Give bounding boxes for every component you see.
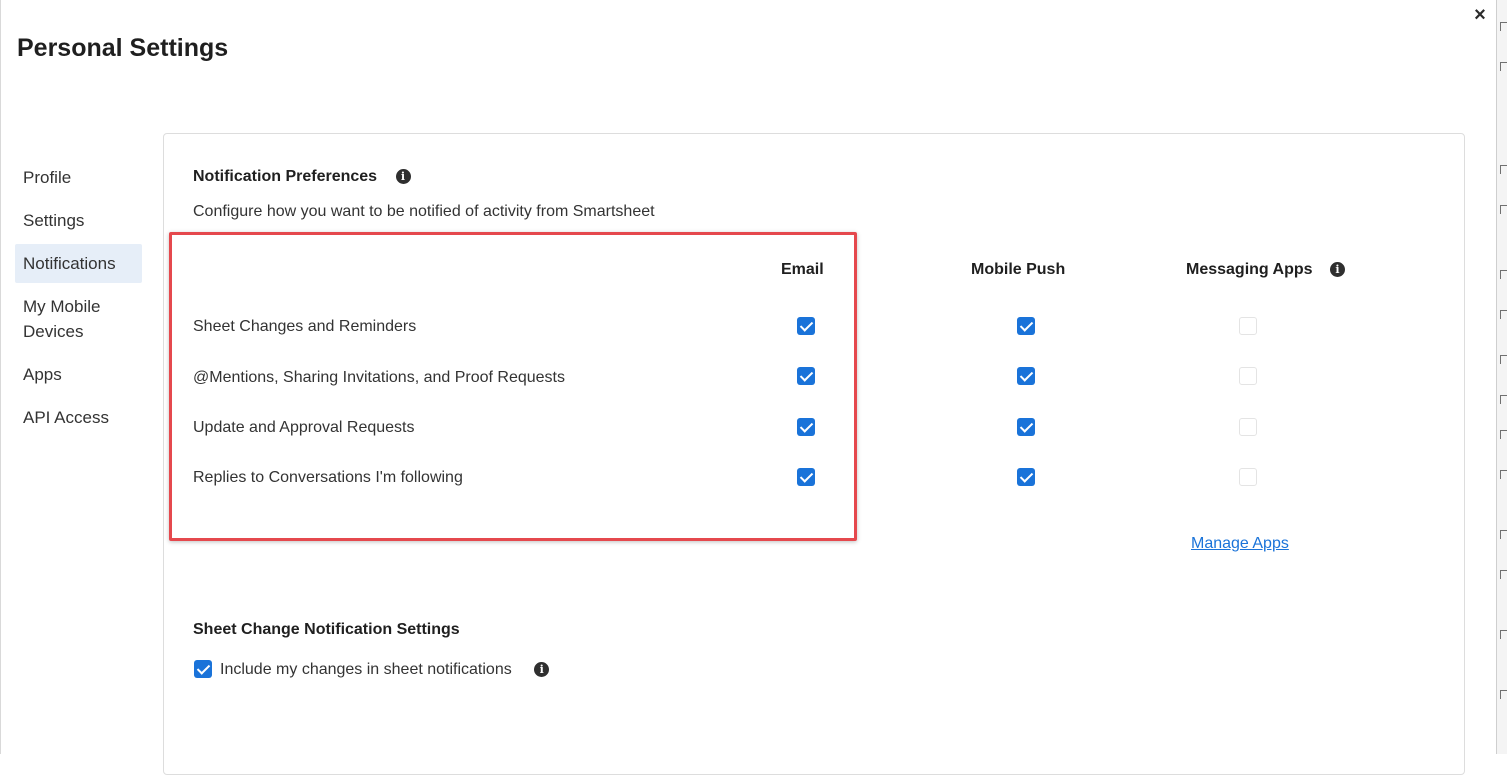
sidebar-item-profile[interactable]: Profile <box>15 158 142 197</box>
sidebar-nav: Profile Settings Notifications My Mobile… <box>15 158 142 437</box>
sidebar-item-notifications[interactable]: Notifications <box>15 244 142 283</box>
background-mark <box>1500 470 1507 479</box>
page-title: Personal Settings <box>17 34 229 62</box>
background-mark <box>1500 690 1507 699</box>
notification-preferences-subtitle: Configure how you want to be notified of… <box>193 203 655 220</box>
messaging-apps-checkbox-update-approval[interactable] <box>1239 418 1257 436</box>
messaging-apps-checkbox-conversation-replies[interactable] <box>1239 468 1257 486</box>
sidebar-item-apps[interactable]: Apps <box>15 355 142 394</box>
personal-settings-dialog: × Personal Settings Profile Settings Not… <box>0 0 1497 775</box>
background-mark <box>1500 355 1507 364</box>
background-mark <box>1500 165 1507 174</box>
background-mark <box>1500 310 1507 319</box>
manage-apps-link[interactable]: Manage Apps <box>1191 535 1289 553</box>
background-mark <box>1500 630 1507 639</box>
column-header-messaging-apps: Messaging Apps i <box>1186 261 1345 279</box>
include-my-changes-row: Include my changes in sheet notification… <box>220 661 550 679</box>
mobile-push-checkbox-sheet-changes[interactable] <box>1017 317 1035 335</box>
info-icon[interactable]: i <box>1330 262 1345 278</box>
column-header-messaging-apps-label: Messaging Apps <box>1186 261 1313 278</box>
background-mark <box>1500 570 1507 579</box>
notification-preferences-title: Notification Preferences <box>193 168 378 185</box>
mobile-push-checkbox-conversation-replies[interactable] <box>1017 468 1035 486</box>
info-icon[interactable]: i <box>395 169 411 185</box>
info-icon[interactable]: i <box>534 662 550 678</box>
sidebar-item-settings[interactable]: Settings <box>15 201 142 240</box>
background-mark <box>1500 530 1507 539</box>
mobile-push-checkbox-mentions[interactable] <box>1017 367 1035 385</box>
background-mark <box>1500 205 1507 214</box>
messaging-apps-checkbox-mentions[interactable] <box>1239 367 1257 385</box>
close-icon[interactable]: × <box>1469 4 1491 26</box>
background-mark <box>1500 430 1507 439</box>
sidebar-item-api-access[interactable]: API Access <box>15 398 142 437</box>
mobile-push-checkbox-update-approval[interactable] <box>1017 418 1035 436</box>
background-mark <box>1500 270 1507 279</box>
include-my-changes-checkbox[interactable] <box>194 660 212 678</box>
sheet-change-settings-title: Sheet Change Notification Settings <box>193 621 460 638</box>
messaging-apps-checkbox-sheet-changes[interactable] <box>1239 317 1257 335</box>
background-mark <box>1500 62 1507 71</box>
background-window-edge <box>1496 0 1507 754</box>
sidebar-item-my-mobile-devices[interactable]: My Mobile Devices <box>15 287 142 351</box>
highlight-box <box>169 232 857 541</box>
background-mark <box>1500 22 1507 31</box>
notification-preferences-heading: Notification Preferences i <box>193 168 411 186</box>
background-mark <box>1500 395 1507 404</box>
include-my-changes-label: Include my changes in sheet notification… <box>220 661 512 678</box>
column-header-mobile-push: Mobile Push <box>971 261 1066 278</box>
